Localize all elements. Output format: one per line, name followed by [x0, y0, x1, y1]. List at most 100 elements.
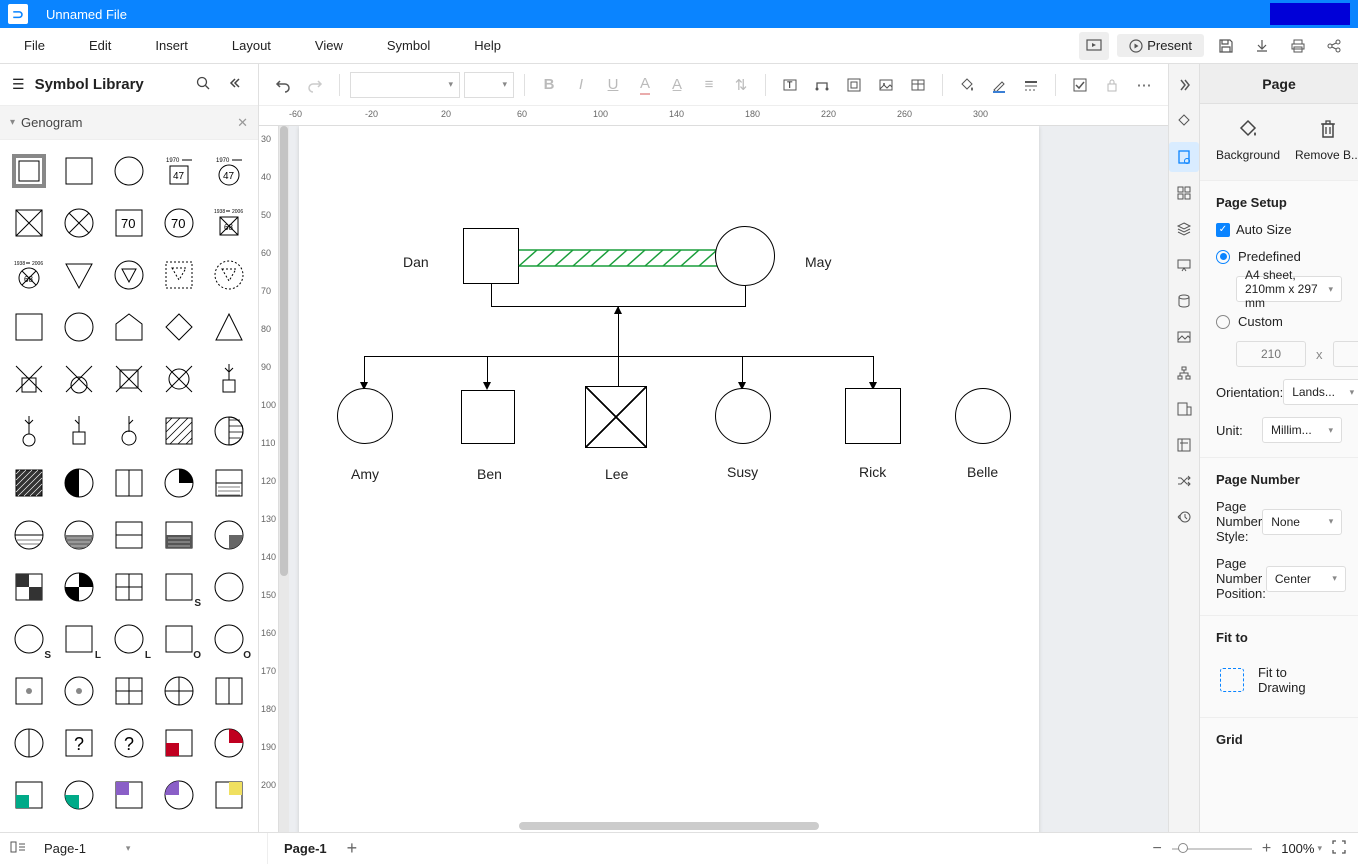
shape-plant-box-2[interactable] — [58, 410, 100, 452]
node-amy[interactable] — [337, 388, 393, 444]
shape-dashed-box-tri[interactable] — [158, 254, 200, 296]
shape-box-yellow-tr[interactable] — [208, 774, 250, 816]
node-dan[interactable] — [463, 228, 519, 284]
shape-dashed-circle-tri[interactable] — [208, 254, 250, 296]
shape-square-x[interactable] — [8, 358, 50, 400]
shape-female-70[interactable]: 70 — [158, 202, 200, 244]
grid-icon[interactable] — [1169, 178, 1199, 208]
undo-icon[interactable] — [269, 71, 297, 99]
data-icon[interactable] — [1169, 286, 1199, 316]
line-style-icon[interactable] — [1017, 71, 1045, 99]
shape-circle-red-tr[interactable] — [208, 722, 250, 764]
expand-right-icon[interactable] — [1169, 70, 1199, 100]
shape-half-striped-box[interactable] — [208, 462, 250, 504]
download-icon[interactable] — [1248, 32, 1276, 60]
node-susy[interactable] — [715, 388, 771, 444]
highlight-icon[interactable]: A̲ — [663, 71, 691, 99]
menu-insert[interactable]: Insert — [145, 32, 198, 59]
category-header[interactable]: ▾ Genogram ✕ — [0, 106, 258, 140]
container-icon[interactable] — [840, 71, 868, 99]
page-number-style-select[interactable]: None▾ — [1262, 509, 1342, 535]
share-icon[interactable] — [1320, 32, 1348, 60]
shape-box-ltblue-br[interactable] — [158, 826, 200, 832]
shape-cross-black-circle[interactable] — [58, 566, 100, 608]
shape-square-outline[interactable] — [8, 306, 50, 348]
width-input[interactable] — [1236, 341, 1306, 367]
shape-box-red-bl[interactable] — [158, 722, 200, 764]
text-box-icon[interactable]: T — [776, 71, 804, 99]
shape-female[interactable] — [108, 150, 150, 192]
shape-plant-circle-down[interactable] — [8, 410, 50, 452]
menu-layout[interactable]: Layout — [222, 32, 281, 59]
font-color-icon[interactable]: A — [631, 71, 659, 99]
shape-box-dot[interactable] — [8, 670, 50, 712]
save-icon[interactable] — [1212, 32, 1240, 60]
shape-cross-box[interactable] — [108, 566, 150, 608]
shape-pentagon[interactable] — [108, 306, 150, 348]
shape-circle-x-overlay[interactable] — [158, 358, 200, 400]
close-icon[interactable]: ✕ — [237, 115, 248, 131]
font-size-select[interactable]: ▾ — [464, 72, 514, 98]
shape-circle-purple-tl[interactable] — [158, 774, 200, 816]
shape-plant-circle-2[interactable] — [108, 410, 150, 452]
fullscreen-icon[interactable] — [1332, 840, 1346, 857]
shape-circle-green-bl[interactable] — [58, 774, 100, 816]
scrollbar-vertical[interactable] — [279, 126, 289, 832]
zoom-slider[interactable] — [1172, 848, 1252, 850]
slideshow-icon[interactable] — [1079, 32, 1109, 60]
shape-empty-box[interactable]: S — [158, 566, 200, 608]
lock-icon[interactable] — [1098, 71, 1126, 99]
page-preset-select[interactable]: A4 sheet, 210mm x 297 mm▾ — [1236, 276, 1342, 302]
scrollbar-horizontal[interactable] — [519, 822, 819, 830]
shape-male-highlighted[interactable] — [8, 150, 50, 192]
align-icon[interactable]: ≡ — [695, 71, 723, 99]
add-page-button[interactable]: + — [347, 838, 358, 859]
shape-box-question[interactable]: ? — [58, 722, 100, 764]
page-select[interactable]: Page-1▾ — [36, 841, 138, 856]
shape-box-vline[interactable] — [208, 670, 250, 712]
shape-box-sub-l[interactable]: L — [58, 618, 100, 660]
menu-symbol[interactable]: Symbol — [377, 32, 440, 59]
bold-icon[interactable]: B — [535, 71, 563, 99]
node-ben[interactable] — [461, 390, 515, 444]
shape-box-navy-bl[interactable] — [58, 826, 100, 832]
shape-box-cross[interactable] — [108, 670, 150, 712]
page-settings-icon[interactable] — [1169, 142, 1199, 172]
predefined-radio[interactable]: Predefined — [1216, 249, 1342, 264]
comment-icon[interactable] — [1169, 430, 1199, 460]
remove-background-button[interactable]: Remove B... — [1288, 118, 1358, 162]
shape-female-year-circle[interactable]: 197047 — [208, 150, 250, 192]
shape-circle-sub-l[interactable]: L — [108, 618, 150, 660]
shape-bottom-hatch-circle[interactable] — [8, 514, 50, 556]
shuffle-icon[interactable] — [1169, 466, 1199, 496]
shape-triangle-up[interactable] — [208, 306, 250, 348]
shape-bottom-dense-circle[interactable] — [58, 514, 100, 556]
underline-icon[interactable]: U — [599, 71, 627, 99]
shape-triangle-down-circle[interactable] — [108, 254, 150, 296]
pages-list-icon[interactable] — [10, 841, 26, 856]
shape-deceased-male[interactable] — [8, 202, 50, 244]
node-belle[interactable] — [955, 388, 1011, 444]
unit-select[interactable]: Millim...▾ — [1262, 417, 1342, 443]
present-rail-icon[interactable] — [1169, 250, 1199, 280]
page-tab-1[interactable]: Page-1 — [278, 833, 333, 864]
shape-circle-outline[interactable] — [58, 306, 100, 348]
node-may[interactable] — [715, 226, 775, 286]
node-lee[interactable] — [585, 386, 647, 448]
shape-male[interactable] — [58, 150, 100, 192]
background-button[interactable]: Background — [1208, 118, 1288, 162]
history-icon[interactable] — [1169, 502, 1199, 532]
shape-half-black-circle[interactable] — [58, 462, 100, 504]
shape-triangle-down[interactable] — [58, 254, 100, 296]
gallery-icon[interactable] — [1169, 322, 1199, 352]
shape-box-purple-tl[interactable] — [108, 774, 150, 816]
menu-view[interactable]: View — [305, 32, 353, 59]
shape-box-green-bl[interactable] — [8, 774, 50, 816]
present-button[interactable]: Present — [1117, 34, 1204, 57]
shape-deceased-female[interactable] — [58, 202, 100, 244]
orientation-select[interactable]: Lands...▾ — [1283, 379, 1358, 405]
export-icon[interactable] — [1169, 394, 1199, 424]
shape-circle-sub-s[interactable]: S — [8, 618, 50, 660]
collapse-left-icon[interactable] — [224, 76, 246, 93]
shape-box-sub-o[interactable]: O — [158, 618, 200, 660]
